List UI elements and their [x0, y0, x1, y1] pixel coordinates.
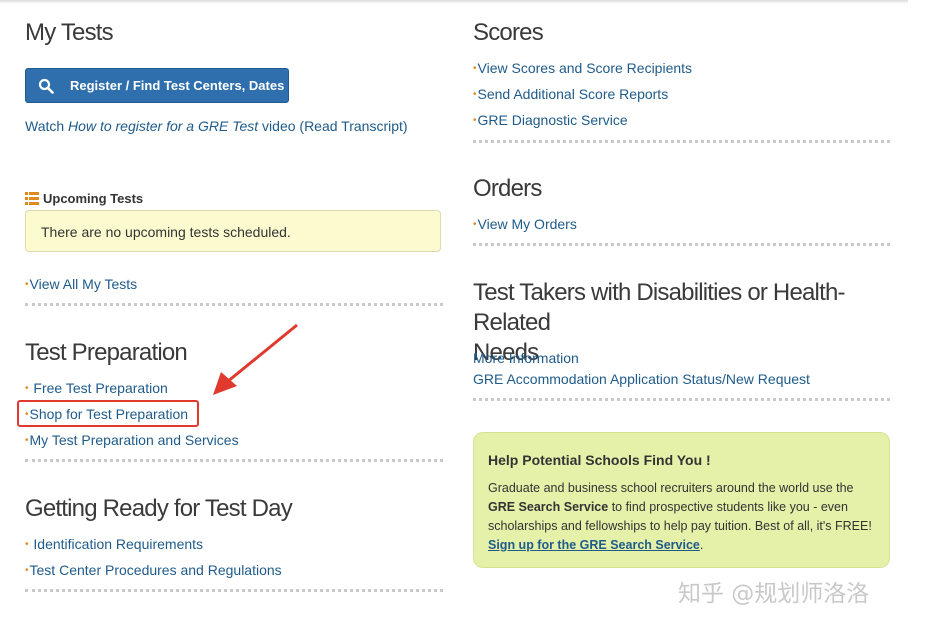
- list-item-accommodation[interactable]: GRE Accommodation Application Status/New…: [473, 371, 810, 387]
- list-item-more-information[interactable]: More Information: [473, 350, 579, 366]
- help-panel-title: Help Potential Schools Find You !: [488, 452, 711, 468]
- watch-suffix-link[interactable]: video (Read Transcript): [258, 118, 408, 134]
- list-item-free-test-prep[interactable]: • Free Test Preparation: [25, 380, 168, 396]
- bullet: •: [25, 435, 29, 446]
- list-item-procedures[interactable]: •Test Center Procedures and Regulations: [25, 562, 282, 578]
- gre-diagnostic-service-link[interactable]: GRE Diagnostic Service: [478, 112, 628, 128]
- bullet: •: [25, 279, 29, 290]
- divider: [473, 398, 890, 401]
- bullet: •: [25, 539, 29, 550]
- my-test-preparation-link[interactable]: My Test Preparation and Services: [30, 432, 239, 448]
- getting-ready-title: Getting Ready for Test Day: [25, 495, 293, 522]
- help-schools-find-you-panel: Help Potential Schools Find You ! Gradua…: [473, 432, 890, 568]
- arrow-annotation-icon: [213, 323, 298, 395]
- send-score-reports-link[interactable]: Send Additional Score Reports: [478, 86, 669, 102]
- help-body-text-1: Graduate and business school recruiters …: [488, 481, 854, 495]
- register-find-test-centers-button[interactable]: Register / Find Test Centers, Dates: [25, 68, 289, 103]
- orders-title: Orders: [473, 175, 542, 202]
- bullet: •: [473, 89, 477, 100]
- test-center-procedures-link[interactable]: Test Center Procedures and Regulations: [30, 562, 282, 578]
- watermark: 知乎 @规划师洛洛: [678, 581, 870, 607]
- help-body-end: .: [699, 538, 704, 552]
- disabilities-title-line1: Test Takers with Disabilities or Health-…: [473, 279, 846, 336]
- upcoming-tests-label: Upcoming Tests: [43, 191, 144, 206]
- list-item-send-score-reports[interactable]: •Send Additional Score Reports: [473, 86, 668, 102]
- list-item-identification[interactable]: • Identification Requirements: [25, 536, 203, 552]
- register-button-label: Register / Find Test Centers, Dates: [70, 78, 285, 93]
- watch-prefix: Watch: [25, 118, 69, 134]
- view-my-orders-link[interactable]: View My Orders: [478, 216, 577, 232]
- view-all-my-tests[interactable]: •View All My Tests: [25, 276, 137, 292]
- upcoming-tests-notice: There are no upcoming tests scheduled.: [25, 210, 441, 252]
- divider: [25, 303, 443, 306]
- help-panel-body: Graduate and business school recruiters …: [488, 479, 880, 555]
- free-test-preparation-link[interactable]: Free Test Preparation: [33, 380, 167, 396]
- more-information-link[interactable]: More Information: [473, 350, 579, 366]
- divider: [25, 589, 443, 592]
- view-all-my-tests-link[interactable]: View All My Tests: [30, 276, 138, 292]
- my-tests-title: My Tests: [25, 19, 114, 46]
- list-icon: [25, 192, 39, 205]
- scores-title: Scores: [473, 19, 544, 46]
- list-item-diagnostic[interactable]: •GRE Diagnostic Service: [473, 112, 628, 128]
- list-item-view-scores[interactable]: •View Scores and Score Recipients: [473, 60, 692, 76]
- watch-video-line: Watch How to register for a GRE Test vid…: [25, 118, 408, 134]
- divider: [473, 140, 890, 143]
- bullet: •: [25, 383, 29, 394]
- view-scores-link[interactable]: View Scores and Score Recipients: [478, 60, 693, 76]
- list-item-view-orders[interactable]: •View My Orders: [473, 216, 577, 232]
- bullet: •: [25, 565, 29, 576]
- search-icon: [38, 78, 54, 94]
- bullet: •: [473, 63, 477, 74]
- top-shadow: [0, 0, 908, 4]
- upcoming-tests-heading: Upcoming Tests: [25, 191, 143, 206]
- test-preparation-title: Test Preparation: [25, 339, 188, 366]
- highlight-annotation-box: [17, 400, 199, 427]
- bullet: •: [473, 219, 477, 230]
- list-item-my-test-prep[interactable]: •My Test Preparation and Services: [25, 432, 239, 448]
- accommodation-status-link[interactable]: GRE Accommodation Application Status/New…: [473, 371, 810, 387]
- bullet: •: [473, 115, 477, 126]
- sign-up-gre-search-link[interactable]: Sign up for the GRE Search Service: [488, 538, 700, 552]
- divider: [473, 243, 890, 246]
- help-body-bold: GRE Search Service: [488, 500, 609, 514]
- divider: [25, 459, 443, 462]
- identification-requirements-link[interactable]: Identification Requirements: [33, 536, 203, 552]
- watch-video-link[interactable]: How to register for a GRE Test: [68, 118, 258, 134]
